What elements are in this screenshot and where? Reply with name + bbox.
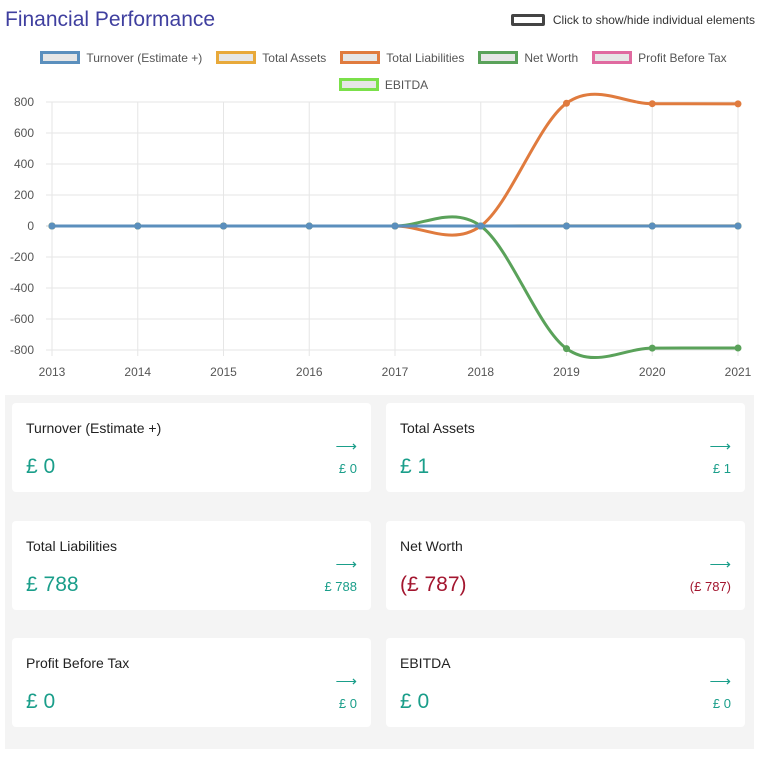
legend-label: Turnover (Estimate +) xyxy=(86,50,203,65)
data-point-turnover-estimate xyxy=(305,222,313,230)
legend-swatch-icon xyxy=(216,51,257,64)
trend-arrow-icon: ⟶ xyxy=(335,673,357,690)
card-label: Turnover (Estimate +) xyxy=(26,420,162,436)
toggle-label: Click to show/hide individual elements xyxy=(552,13,755,27)
card-previous-value: £ 0 xyxy=(712,696,731,711)
legend-swatch-icon xyxy=(478,51,519,64)
x-tick-label: 2020 xyxy=(639,365,666,379)
data-point-turnover-estimate xyxy=(734,222,742,230)
y-tick-label: 400 xyxy=(14,157,34,171)
card-label: Total Assets xyxy=(400,420,475,436)
x-tick-label: 2016 xyxy=(296,365,323,379)
card-previous-value: £ 0 xyxy=(338,696,357,711)
data-point-turnover-estimate xyxy=(477,222,485,230)
x-tick-label: 2019 xyxy=(553,365,580,379)
legend-item-total-liabilities[interactable]: Total Liabilities xyxy=(340,48,464,67)
data-point-net-worth xyxy=(734,344,742,352)
card-net-worth[interactable]: Net Worth (£ 787) ⟶ (£ 787) xyxy=(386,521,745,610)
legend-swatch-icon xyxy=(592,51,633,64)
legend-swatch-icon xyxy=(40,51,81,64)
card-ebitda[interactable]: EBITDA £ 0 ⟶ £ 0 xyxy=(386,638,745,727)
card-value: £ 0 xyxy=(26,455,56,478)
card-profit-before-tax[interactable]: Profit Before Tax £ 0 ⟶ £ 0 xyxy=(12,638,371,727)
y-tick-label: -200 xyxy=(10,250,34,264)
card-total-assets[interactable]: Total Assets £ 1 ⟶ £ 1 xyxy=(386,403,745,492)
card-value: £ 788 xyxy=(26,573,79,596)
trend-arrow-icon: ⟶ xyxy=(335,438,357,455)
data-point-total-liabilities xyxy=(563,99,570,107)
legend-label: Total Assets xyxy=(262,50,327,65)
data-point-turnover-estimate xyxy=(220,222,227,230)
y-tick-label: 800 xyxy=(14,95,34,109)
card-value: (£ 787) xyxy=(400,573,467,596)
card-previous-value: £ 1 xyxy=(712,461,731,476)
trend-arrow-icon: ⟶ xyxy=(335,556,357,573)
x-tick-label: 2013 xyxy=(39,365,66,379)
legend-item-net-worth[interactable]: Net Worth xyxy=(478,48,578,67)
trend-arrow-icon: ⟶ xyxy=(709,673,731,690)
data-point-total-liabilities xyxy=(648,100,656,108)
card-value: £ 0 xyxy=(26,690,56,713)
data-point-turnover-estimate xyxy=(134,222,142,230)
legend-label: Total Liabilities xyxy=(386,50,465,65)
legend-item-profit-before-tax[interactable]: Profit Before Tax xyxy=(592,48,727,67)
card-label: Net Worth xyxy=(400,538,463,554)
y-tick-label: -400 xyxy=(10,281,34,295)
x-tick-label: 2014 xyxy=(124,365,151,379)
toggle-elements-button[interactable]: Click to show/hide individual elements xyxy=(510,13,755,27)
legend-swatch-icon xyxy=(340,51,381,64)
line-chart: 800 600 400 200 0 -200 -400 -600 -800 2013 2014 201… xyxy=(10,92,752,379)
trend-arrow-icon: ⟶ xyxy=(709,556,731,573)
page-title: Financial Performance xyxy=(5,8,216,31)
data-point-turnover-estimate xyxy=(648,222,656,230)
legend-item-total-assets[interactable]: Total Assets xyxy=(216,48,326,67)
x-tick-label: 2017 xyxy=(382,365,409,379)
card-previous-value: (£ 787) xyxy=(689,579,731,594)
card-value: £ 1 xyxy=(400,455,430,478)
card-label: Profit Before Tax xyxy=(26,655,130,671)
card-previous-value: £ 0 xyxy=(338,461,357,476)
card-value: £ 0 xyxy=(400,690,430,713)
data-point-turnover-estimate xyxy=(563,222,570,230)
legend-item-turnover[interactable]: Turnover (Estimate +) xyxy=(40,48,202,67)
y-tick-label: 0 xyxy=(27,219,34,233)
toggle-checkbox-icon[interactable] xyxy=(510,14,545,26)
legend-label: Profit Before Tax xyxy=(638,50,727,65)
data-point-net-worth xyxy=(563,345,570,353)
data-point-turnover-estimate xyxy=(48,222,56,230)
data-point-net-worth xyxy=(648,344,656,352)
card-turnover[interactable]: Turnover (Estimate +) £ 0 ⟶ £ 0 xyxy=(12,403,371,492)
summary-cards: Turnover (Estimate +) £ 0 ⟶ £ 0 Total As… xyxy=(5,395,754,749)
legend-row-1: Turnover (Estimate +) Total Assets Total… xyxy=(0,48,767,75)
x-tick-label: 2021 xyxy=(725,365,752,379)
x-tick-label: 2018 xyxy=(467,365,494,379)
y-tick-label: -800 xyxy=(10,343,34,357)
y-tick-label: 600 xyxy=(14,126,34,140)
data-point-turnover-estimate xyxy=(391,222,399,230)
y-tick-label: -600 xyxy=(10,312,34,326)
trend-arrow-icon: ⟶ xyxy=(709,438,731,455)
card-previous-value: £ 788 xyxy=(324,579,357,594)
x-tick-label: 2015 xyxy=(210,365,237,379)
legend-label: Net Worth xyxy=(524,50,579,65)
card-total-liabilities[interactable]: Total Liabilities £ 788 ⟶ £ 788 xyxy=(12,521,371,610)
card-label: Total Liabilities xyxy=(26,538,118,554)
data-point-total-liabilities xyxy=(734,100,742,108)
card-label: EBITDA xyxy=(400,655,451,671)
y-tick-label: 200 xyxy=(14,188,34,202)
